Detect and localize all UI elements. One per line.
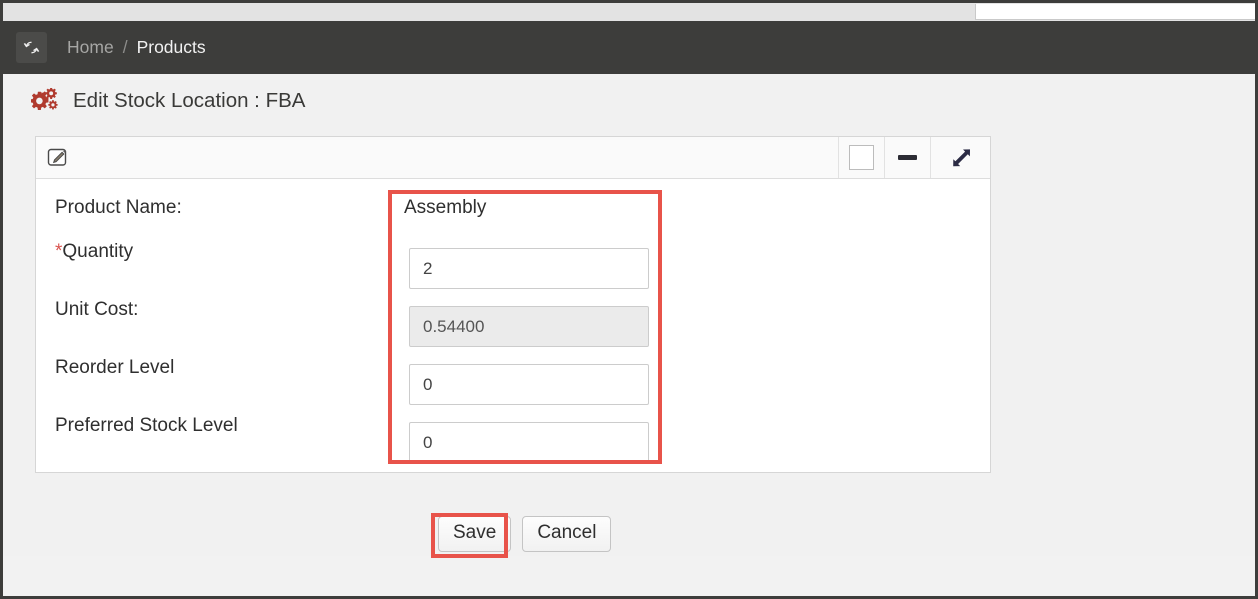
- label-quantity: *Quantity: [55, 241, 133, 263]
- breadcrumb: Home / Products: [67, 37, 206, 58]
- cancel-button[interactable]: Cancel: [522, 516, 612, 552]
- minimize-minus-icon[interactable]: [884, 137, 930, 178]
- form-row-product-name: Product Name: Assembly: [36, 179, 990, 237]
- preferred-stock-level-input[interactable]: [409, 422, 649, 463]
- application-window: Home / Products Edit Stock Location : FB…: [0, 0, 1258, 599]
- reorder-level-input[interactable]: [409, 364, 649, 405]
- label-unit-cost: Unit Cost:: [55, 299, 139, 320]
- edit-pencil-icon[interactable]: [46, 146, 72, 170]
- label-quantity-text: Quantity: [62, 241, 134, 262]
- value-product-name: Assembly: [404, 197, 487, 218]
- label-product-name: Product Name:: [55, 197, 182, 218]
- content-area: Product Name: Assembly *Quantity Unit Co…: [3, 127, 1255, 596]
- edit-stock-location-panel: Product Name: Assembly *Quantity Unit Co…: [35, 136, 991, 473]
- page-title: Edit Stock Location : FBA: [73, 88, 306, 112]
- page-bottom-area: [3, 556, 1255, 596]
- expand-diagonal-arrows-icon[interactable]: [930, 137, 990, 178]
- restore-square-glyph: [849, 145, 874, 170]
- save-button[interactable]: Save: [438, 516, 512, 552]
- label-preferred-stock-level: Preferred Stock Level: [55, 415, 238, 436]
- restore-square-icon[interactable]: [838, 137, 884, 178]
- browser-top-strip: [3, 3, 1255, 21]
- gears-icon: [31, 88, 58, 110]
- browser-address-field[interactable]: [975, 4, 1255, 20]
- quantity-input[interactable]: [409, 248, 649, 289]
- label-reorder-level: Reorder Level: [55, 357, 175, 378]
- page-title-band: Edit Stock Location : FBA: [3, 74, 1255, 127]
- form-row-quantity: *Quantity: [36, 237, 990, 295]
- form-row-reorder-level: Reorder Level: [36, 353, 990, 411]
- panel-toolbar: [36, 137, 990, 179]
- form-action-bar: Save Cancel: [3, 516, 1255, 552]
- breadcrumb-separator: /: [122, 37, 128, 57]
- unit-cost-input[interactable]: [409, 306, 649, 347]
- minus-glyph: [898, 155, 917, 160]
- breadcrumb-item-products[interactable]: Products: [137, 37, 206, 58]
- breadcrumb-item-home[interactable]: Home: [67, 37, 114, 58]
- refresh-icon[interactable]: [16, 32, 47, 63]
- stock-location-form: Product Name: Assembly *Quantity Unit Co…: [36, 179, 990, 473]
- form-row-unit-cost: Unit Cost:: [36, 295, 990, 353]
- breadcrumb-bar: Home / Products: [3, 21, 1255, 74]
- form-row-preferred-stock-level: Preferred Stock Level: [36, 411, 990, 469]
